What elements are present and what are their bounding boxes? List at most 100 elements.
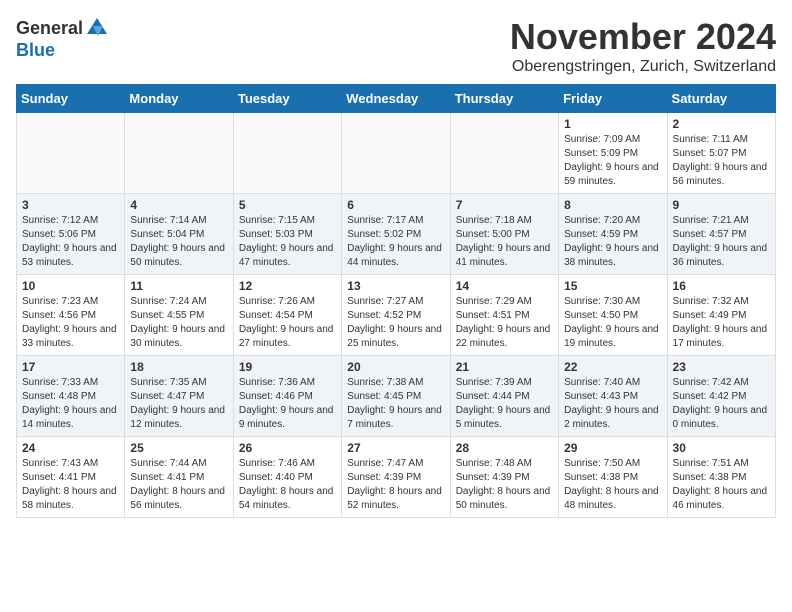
day-info: Sunrise: 7:29 AM Sunset: 4:51 PM Dayligh… xyxy=(456,295,553,351)
day-info: Sunrise: 7:36 AM Sunset: 4:46 PM Dayligh… xyxy=(239,376,336,432)
location: Oberengstringen, Zurich, Switzerland xyxy=(510,58,776,76)
day-number: 15 xyxy=(564,279,661,293)
day-number: 27 xyxy=(347,441,444,455)
day-number: 8 xyxy=(564,198,661,212)
calendar-cell: 7 Sunrise: 7:18 AM Sunset: 5:00 PM Daylig… xyxy=(450,194,558,275)
day-number: 20 xyxy=(347,360,444,374)
logo-blue-text: Blue xyxy=(16,40,55,61)
day-info: Sunrise: 7:44 AM Sunset: 4:41 PM Dayligh… xyxy=(130,457,227,513)
calendar-cell xyxy=(342,113,450,194)
calendar-cell: 16Sunrise: 7:32 AM Sunset: 4:49 PM Dayli… xyxy=(667,275,775,356)
weekday-header-wednesday: Wednesday xyxy=(342,85,450,113)
calendar-cell: 22 Sunrise: 7:40 AM Sunset: 4:43 PM Dayli… xyxy=(559,356,667,437)
day-info: Sunrise: 7:09 AM Sunset: 5:09 PM Dayligh… xyxy=(564,133,661,189)
calendar-cell: 5Sunrise: 7:15 AM Sunset: 5:03 PM Daylig… xyxy=(233,194,341,275)
day-number: 6 xyxy=(347,198,444,212)
day-info: Sunrise: 7:46 AM Sunset: 4:40 PM Dayligh… xyxy=(239,457,336,513)
logo: General Blue xyxy=(16,16,109,61)
calendar-cell: 3 Sunrise: 7:12 AM Sunset: 5:06 PM Daylig… xyxy=(17,194,125,275)
calendar-cell: 20 Sunrise: 7:38 AM Sunset: 4:45 PM Dayli… xyxy=(342,356,450,437)
logo-general-text: General xyxy=(16,18,83,39)
calendar-cell: 15 Sunrise: 7:30 AM Sunset: 4:50 PM Dayli… xyxy=(559,275,667,356)
day-info: Sunrise: 7:39 AM Sunset: 4:44 PM Dayligh… xyxy=(456,376,553,432)
day-info: Sunrise: 7:40 AM Sunset: 4:43 PM Dayligh… xyxy=(564,376,661,432)
day-info: Sunrise: 7:11 AM Sunset: 5:07 PM Dayligh… xyxy=(673,133,770,189)
day-info: Sunrise: 7:17 AM Sunset: 5:02 PM Dayligh… xyxy=(347,214,444,270)
day-number: 9 xyxy=(673,198,770,212)
calendar-cell: 8 Sunrise: 7:20 AM Sunset: 4:59 PM Daylig… xyxy=(559,194,667,275)
calendar-cell: 26 Sunrise: 7:46 AM Sunset: 4:40 PM Dayli… xyxy=(233,437,341,518)
day-info: Sunrise: 7:32 AM Sunset: 4:49 PM Dayligh… xyxy=(673,295,770,351)
day-number: 4 xyxy=(130,198,227,212)
day-info: Sunrise: 7:33 AM Sunset: 4:48 PM Dayligh… xyxy=(22,376,119,432)
weekday-header-friday: Friday xyxy=(559,85,667,113)
day-number: 28 xyxy=(456,441,553,455)
day-number: 26 xyxy=(239,441,336,455)
day-info: Sunrise: 7:35 AM Sunset: 4:47 PM Dayligh… xyxy=(130,376,227,432)
calendar-cell xyxy=(17,113,125,194)
calendar-cell: 10Sunrise: 7:23 AM Sunset: 4:56 PM Dayli… xyxy=(17,275,125,356)
day-info: Sunrise: 7:47 AM Sunset: 4:39 PM Dayligh… xyxy=(347,457,444,513)
day-number: 23 xyxy=(673,360,770,374)
calendar-cell: 29 Sunrise: 7:50 AM Sunset: 4:38 PM Dayli… xyxy=(559,437,667,518)
day-info: Sunrise: 7:38 AM Sunset: 4:45 PM Dayligh… xyxy=(347,376,444,432)
day-info: Sunrise: 7:18 AM Sunset: 5:00 PM Dayligh… xyxy=(456,214,553,270)
calendar-cell: 30Sunrise: 7:51 AM Sunset: 4:38 PM Dayli… xyxy=(667,437,775,518)
day-number: 3 xyxy=(22,198,119,212)
day-info: Sunrise: 7:43 AM Sunset: 4:41 PM Dayligh… xyxy=(22,457,119,513)
weekday-header-sunday: Sunday xyxy=(17,85,125,113)
day-info: Sunrise: 7:26 AM Sunset: 4:54 PM Dayligh… xyxy=(239,295,336,351)
calendar-cell: 11Sunrise: 7:24 AM Sunset: 4:55 PM Dayli… xyxy=(125,275,233,356)
calendar-cell: 19 Sunrise: 7:36 AM Sunset: 4:46 PM Dayli… xyxy=(233,356,341,437)
day-number: 18 xyxy=(130,360,227,374)
day-info: Sunrise: 7:30 AM Sunset: 4:50 PM Dayligh… xyxy=(564,295,661,351)
calendar-cell: 21 Sunrise: 7:39 AM Sunset: 4:44 PM Dayli… xyxy=(450,356,558,437)
calendar-cell xyxy=(233,113,341,194)
day-info: Sunrise: 7:51 AM Sunset: 4:38 PM Dayligh… xyxy=(673,457,770,513)
weekday-header-monday: Monday xyxy=(125,85,233,113)
day-number: 19 xyxy=(239,360,336,374)
day-info: Sunrise: 7:12 AM Sunset: 5:06 PM Dayligh… xyxy=(22,214,119,270)
weekday-header-thursday: Thursday xyxy=(450,85,558,113)
day-info: Sunrise: 7:50 AM Sunset: 4:38 PM Dayligh… xyxy=(564,457,661,513)
month-title: November 2024 xyxy=(510,16,776,58)
day-number: 22 xyxy=(564,360,661,374)
page-header: General Blue November 2024 Oberengstring… xyxy=(16,16,776,76)
day-info: Sunrise: 7:14 AM Sunset: 5:04 PM Dayligh… xyxy=(130,214,227,270)
day-number: 1 xyxy=(564,117,661,131)
day-number: 12 xyxy=(239,279,336,293)
day-number: 29 xyxy=(564,441,661,455)
day-info: Sunrise: 7:27 AM Sunset: 4:52 PM Dayligh… xyxy=(347,295,444,351)
calendar-cell: 28 Sunrise: 7:48 AM Sunset: 4:39 PM Dayli… xyxy=(450,437,558,518)
day-number: 21 xyxy=(456,360,553,374)
calendar-cell: 9 Sunrise: 7:21 AM Sunset: 4:57 PM Daylig… xyxy=(667,194,775,275)
calendar-week-row: 24 Sunrise: 7:43 AM Sunset: 4:41 PM Dayli… xyxy=(17,437,776,518)
calendar-cell: 25 Sunrise: 7:44 AM Sunset: 4:41 PM Dayli… xyxy=(125,437,233,518)
calendar-cell: 12 Sunrise: 7:26 AM Sunset: 4:54 PM Dayli… xyxy=(233,275,341,356)
calendar-cell: 13Sunrise: 7:27 AM Sunset: 4:52 PM Dayli… xyxy=(342,275,450,356)
calendar-cell: 27 Sunrise: 7:47 AM Sunset: 4:39 PM Dayli… xyxy=(342,437,450,518)
day-number: 25 xyxy=(130,441,227,455)
calendar-cell: 14Sunrise: 7:29 AM Sunset: 4:51 PM Dayli… xyxy=(450,275,558,356)
calendar-cell: 24 Sunrise: 7:43 AM Sunset: 4:41 PM Dayli… xyxy=(17,437,125,518)
day-number: 10 xyxy=(22,279,119,293)
day-info: Sunrise: 7:42 AM Sunset: 4:42 PM Dayligh… xyxy=(673,376,770,432)
day-number: 24 xyxy=(22,441,119,455)
calendar-week-row: 1 Sunrise: 7:09 AM Sunset: 5:09 PM Daylig… xyxy=(17,113,776,194)
weekday-header-tuesday: Tuesday xyxy=(233,85,341,113)
calendar-week-row: 3 Sunrise: 7:12 AM Sunset: 5:06 PM Daylig… xyxy=(17,194,776,275)
calendar-table: SundayMondayTuesdayWednesdayThursdayFrid… xyxy=(16,84,776,518)
day-number: 7 xyxy=(456,198,553,212)
calendar-week-row: 10Sunrise: 7:23 AM Sunset: 4:56 PM Dayli… xyxy=(17,275,776,356)
day-info: Sunrise: 7:20 AM Sunset: 4:59 PM Dayligh… xyxy=(564,214,661,270)
title-block: November 2024 Oberengstringen, Zurich, S… xyxy=(510,16,776,76)
calendar-cell: 23 Sunrise: 7:42 AM Sunset: 4:42 PM Dayli… xyxy=(667,356,775,437)
calendar-cell: 17Sunrise: 7:33 AM Sunset: 4:48 PM Dayli… xyxy=(17,356,125,437)
day-number: 2 xyxy=(673,117,770,131)
calendar-cell: 2 Sunrise: 7:11 AM Sunset: 5:07 PM Daylig… xyxy=(667,113,775,194)
calendar-cell: 18 Sunrise: 7:35 AM Sunset: 4:47 PM Dayli… xyxy=(125,356,233,437)
weekday-header-saturday: Saturday xyxy=(667,85,775,113)
day-info: Sunrise: 7:21 AM Sunset: 4:57 PM Dayligh… xyxy=(673,214,770,270)
day-number: 11 xyxy=(130,279,227,293)
day-info: Sunrise: 7:48 AM Sunset: 4:39 PM Dayligh… xyxy=(456,457,553,513)
